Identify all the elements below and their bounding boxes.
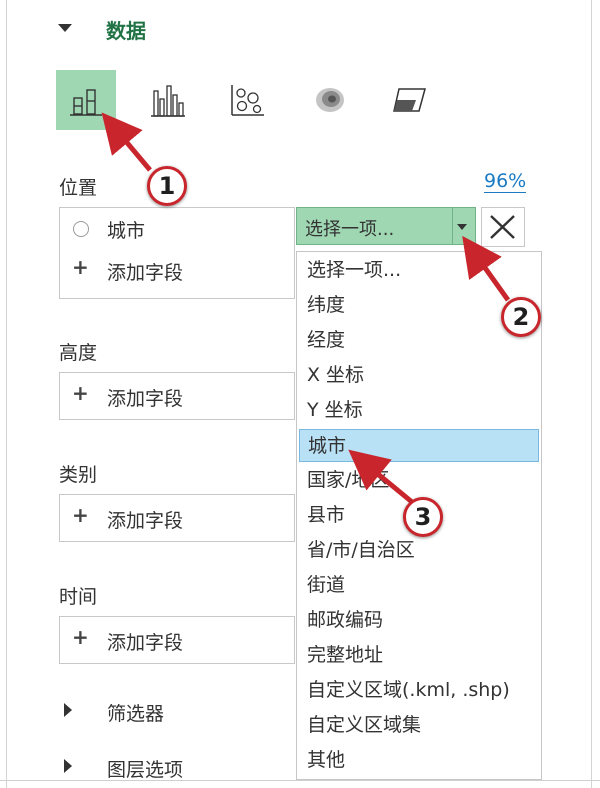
expand-triangle-icon[interactable] bbox=[64, 703, 72, 717]
dropdown-item[interactable]: 国家/地区 bbox=[299, 464, 539, 497]
height-label: 高度 bbox=[59, 342, 98, 364]
bubble-icon bbox=[231, 85, 264, 116]
close-icon bbox=[490, 215, 515, 239]
city-field-label: 城市 bbox=[107, 220, 146, 242]
heat-map-icon bbox=[316, 88, 344, 112]
stacked-column-icon bbox=[70, 89, 102, 116]
dropdown-item[interactable]: X 坐标 bbox=[299, 359, 539, 392]
callout-badge-1: 1 bbox=[147, 166, 187, 206]
filters-section[interactable]: 筛选器 bbox=[107, 699, 164, 726]
add-height-field-icon: + bbox=[72, 381, 89, 405]
location-field-box bbox=[59, 207, 295, 299]
remove-field-button[interactable] bbox=[481, 207, 525, 247]
location-match-percent[interactable]: 96% bbox=[484, 170, 527, 193]
geo-type-select-divider bbox=[452, 208, 453, 244]
add-height-field-button[interactable]: 添加字段 bbox=[107, 384, 183, 411]
clustered-column-button[interactable] bbox=[138, 70, 198, 130]
region-button[interactable] bbox=[380, 70, 440, 130]
add-time-field-icon: + bbox=[72, 625, 89, 649]
caret-down-icon[interactable] bbox=[457, 224, 467, 230]
expand-triangle-icon[interactable] bbox=[64, 759, 72, 773]
dropdown-item[interactable]: 其他 bbox=[299, 744, 539, 777]
callout-badge-2: 2 bbox=[501, 297, 541, 337]
city-radio[interactable] bbox=[73, 221, 89, 237]
add-category-field-button[interactable]: 添加字段 bbox=[107, 506, 183, 533]
callout-badge-3: 3 bbox=[403, 497, 443, 537]
panel-left-edge bbox=[6, 0, 7, 788]
category-label: 类别 bbox=[59, 464, 98, 486]
panel-bottom-edge bbox=[0, 780, 600, 781]
dropdown-item[interactable]: Y 坐标 bbox=[299, 394, 539, 427]
dropdown-item[interactable]: 邮政编码 bbox=[299, 604, 539, 637]
section-title: 数据 bbox=[106, 19, 146, 43]
clustered-column-icon bbox=[151, 85, 185, 117]
dropdown-item[interactable]: 街道 bbox=[299, 569, 539, 602]
dropdown-item[interactable]: 完整地址 bbox=[299, 639, 539, 672]
time-label: 时间 bbox=[59, 586, 98, 608]
bubble-button[interactable] bbox=[218, 70, 278, 130]
add-category-field-icon: + bbox=[72, 503, 89, 527]
collapse-triangle-icon[interactable] bbox=[58, 24, 72, 32]
dropdown-item[interactable]: 选择一项... bbox=[299, 254, 539, 287]
geo-type-select[interactable]: 选择一项... bbox=[296, 207, 476, 245]
dropdown-item-highlighted[interactable]: 城市 bbox=[299, 429, 539, 462]
dropdown-item[interactable]: 自定义区域(.kml, .shp) bbox=[299, 674, 539, 707]
geo-type-select-value: 选择一项... bbox=[305, 219, 395, 240]
dropdown-item[interactable]: 省/市/自治区 bbox=[299, 534, 539, 567]
layer-options-section[interactable]: 图层选项 bbox=[107, 755, 183, 782]
add-location-field-icon: + bbox=[72, 255, 89, 279]
dropdown-item[interactable]: 经度 bbox=[299, 324, 539, 357]
heat-map-button[interactable] bbox=[300, 70, 360, 130]
stacked-column-button[interactable] bbox=[56, 70, 116, 130]
dropdown-item[interactable]: 自定义区域集 bbox=[299, 709, 539, 742]
add-time-field-button[interactable]: 添加字段 bbox=[107, 628, 183, 655]
region-icon bbox=[393, 88, 426, 112]
location-label: 位置 bbox=[59, 177, 98, 199]
panel-right-edge bbox=[591, 0, 592, 788]
add-location-field-button[interactable]: 添加字段 bbox=[107, 258, 183, 285]
